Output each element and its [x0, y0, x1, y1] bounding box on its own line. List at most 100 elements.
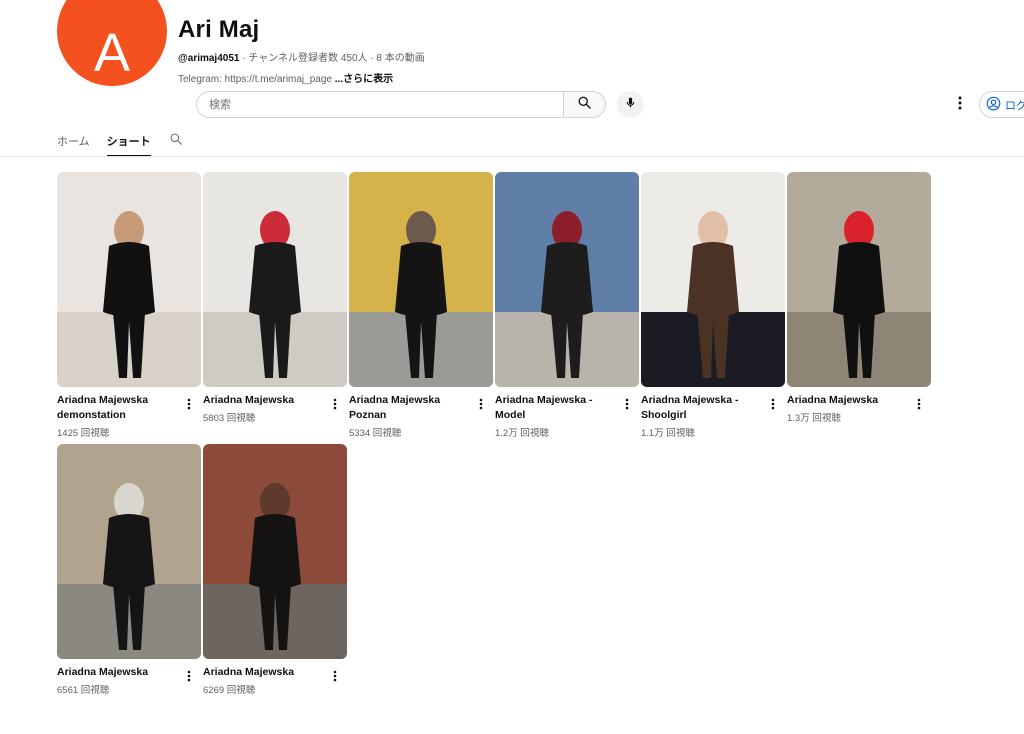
channel-avatar[interactable]: A: [57, 0, 167, 86]
avatar-letter: A: [93, 23, 131, 83]
short-views: 1.1万 回視聴: [641, 428, 695, 439]
short-views: 5334 回視聴: [349, 428, 402, 439]
thumbnail-image: [57, 172, 201, 387]
more-vert-icon: [625, 397, 629, 415]
search-button[interactable]: [563, 91, 606, 118]
more-vert-icon: [187, 669, 191, 687]
settings-menu-button[interactable]: [952, 96, 968, 114]
short-thumbnail[interactable]: [787, 172, 931, 387]
short-views: 1.2万 回視聴: [495, 428, 549, 439]
thumbnail-image: [203, 444, 347, 659]
channel-description-text: Telegram: https://t.me/arimaj_page: [178, 74, 335, 85]
search-icon: [169, 133, 183, 150]
thumbnail-shape: [833, 242, 885, 317]
short-title[interactable]: Ariadna Majewska - Model: [495, 393, 615, 423]
thumbnail-shape: [103, 514, 155, 589]
short-views: 6561 回視聴: [57, 685, 110, 696]
tab-shorts[interactable]: ショート: [106, 131, 151, 157]
short-views: 1.3万 回視聴: [787, 413, 841, 424]
microphone-icon: [624, 96, 637, 114]
short-title[interactable]: Ariadna Majewska: [787, 393, 907, 408]
channel-page: A Ari Maj @arimaj4051 · チャンネル登録者数 450人 ·…: [0, 0, 1024, 734]
short-menu-button[interactable]: [767, 398, 779, 414]
login-button[interactable]: ログ: [979, 91, 1024, 118]
channel-meta: @arimaj4051 · チャンネル登録者数 450人 · 8 本の動画: [178, 49, 425, 64]
channel-description[interactable]: Telegram: https://t.me/arimaj_page ...さら…: [178, 70, 393, 85]
more-vert-icon: [479, 397, 483, 415]
account-circle-icon: [986, 96, 1001, 114]
short-thumbnail[interactable]: [203, 444, 347, 659]
short-title[interactable]: Ariadna Majewska: [57, 665, 177, 680]
short-thumbnail[interactable]: [349, 172, 493, 387]
short-card[interactable]: Ariadna Majewska 5803 回視聴: [203, 172, 347, 424]
more-vert-icon: [333, 669, 337, 687]
short-title[interactable]: Ariadna Majewska: [203, 393, 323, 408]
short-menu-button[interactable]: [621, 398, 633, 414]
thumbnail-shape: [249, 242, 301, 317]
thumbnail-shape: [103, 242, 155, 317]
more-vert-icon: [771, 397, 775, 415]
thumbnail-shape: [349, 312, 493, 387]
thumbnail-image: [349, 172, 493, 387]
short-views: 6269 回視聴: [203, 685, 256, 696]
short-title[interactable]: Ariadna Majewska - Shoolgirl: [641, 393, 761, 423]
channel-stats: · チャンネル登録者数 450人 · 8 本の動画: [239, 53, 425, 64]
short-thumbnail[interactable]: [495, 172, 639, 387]
thumbnail-shape: [57, 584, 201, 659]
thumbnail-shape: [203, 584, 347, 659]
short-menu-button[interactable]: [329, 398, 341, 414]
short-menu-button[interactable]: [913, 398, 925, 414]
voice-search-button[interactable]: [617, 91, 644, 118]
short-title[interactable]: Ariadna Majewska Poznan: [349, 393, 469, 423]
short-card[interactable]: Ariadna Majewska - Model 1.2万 回視聴: [495, 172, 639, 439]
avatar-clip: A: [0, 0, 1024, 86]
thumbnail-shape: [57, 312, 201, 387]
short-card[interactable]: Ariadna Majewska demonstation 1425 回視聴: [57, 172, 201, 439]
channel-tabs: ホーム ショート: [57, 131, 185, 157]
more-vert-icon: [187, 397, 191, 415]
more-vert-icon: [917, 397, 921, 415]
short-card[interactable]: Ariadna Majewska - Shoolgirl 1.1万 回視聴: [641, 172, 785, 439]
short-menu-button[interactable]: [475, 398, 487, 414]
short-card[interactable]: Ariadna Majewska 6269 回視聴: [203, 444, 347, 696]
thumbnail-shape: [687, 242, 739, 317]
thumbnail-image: [641, 172, 785, 387]
short-thumbnail[interactable]: [641, 172, 785, 387]
search-input[interactable]: [209, 92, 549, 117]
short-views: 5803 回視聴: [203, 413, 256, 424]
thumbnail-shape: [541, 242, 593, 317]
thumbnail-image: [203, 172, 347, 387]
short-thumbnail[interactable]: [57, 172, 201, 387]
search-icon: [577, 95, 592, 115]
short-thumbnail[interactable]: [57, 444, 201, 659]
short-title[interactable]: Ariadna Majewska demonstation: [57, 393, 177, 423]
more-vert-icon: [958, 96, 962, 115]
tabs-divider: [0, 156, 1024, 157]
short-views: 1425 回視聴: [57, 428, 110, 439]
login-label: ログ: [1005, 99, 1024, 112]
tab-home[interactable]: ホーム: [57, 131, 90, 157]
thumbnail-shape: [495, 312, 639, 387]
thumbnail-shape: [641, 312, 785, 387]
short-card[interactable]: Ariadna Majewska 6561 回視聴: [57, 444, 201, 696]
search-box[interactable]: [196, 91, 564, 118]
thumbnail-image: [57, 444, 201, 659]
thumbnail-shape: [249, 514, 301, 589]
short-card[interactable]: Ariadna Majewska Poznan 5334 回視聴: [349, 172, 493, 439]
short-title[interactable]: Ariadna Majewska: [203, 665, 323, 680]
thumbnail-shape: [395, 242, 447, 317]
channel-handle: @arimaj4051: [178, 53, 240, 64]
short-thumbnail[interactable]: [203, 172, 347, 387]
short-card[interactable]: Ariadna Majewska 1.3万 回視聴: [787, 172, 931, 424]
thumbnail-image: [787, 172, 931, 387]
short-menu-button[interactable]: [329, 670, 341, 686]
thumbnail-shape: [203, 312, 347, 387]
thumbnail-image: [495, 172, 639, 387]
more-vert-icon: [333, 397, 337, 415]
thumbnail-shape: [787, 312, 931, 387]
short-menu-button[interactable]: [183, 398, 195, 414]
channel-name: Ari Maj: [178, 16, 260, 43]
show-more-link[interactable]: ...さらに表示: [335, 74, 393, 85]
short-menu-button[interactable]: [183, 670, 195, 686]
channel-search-button[interactable]: [169, 132, 185, 148]
